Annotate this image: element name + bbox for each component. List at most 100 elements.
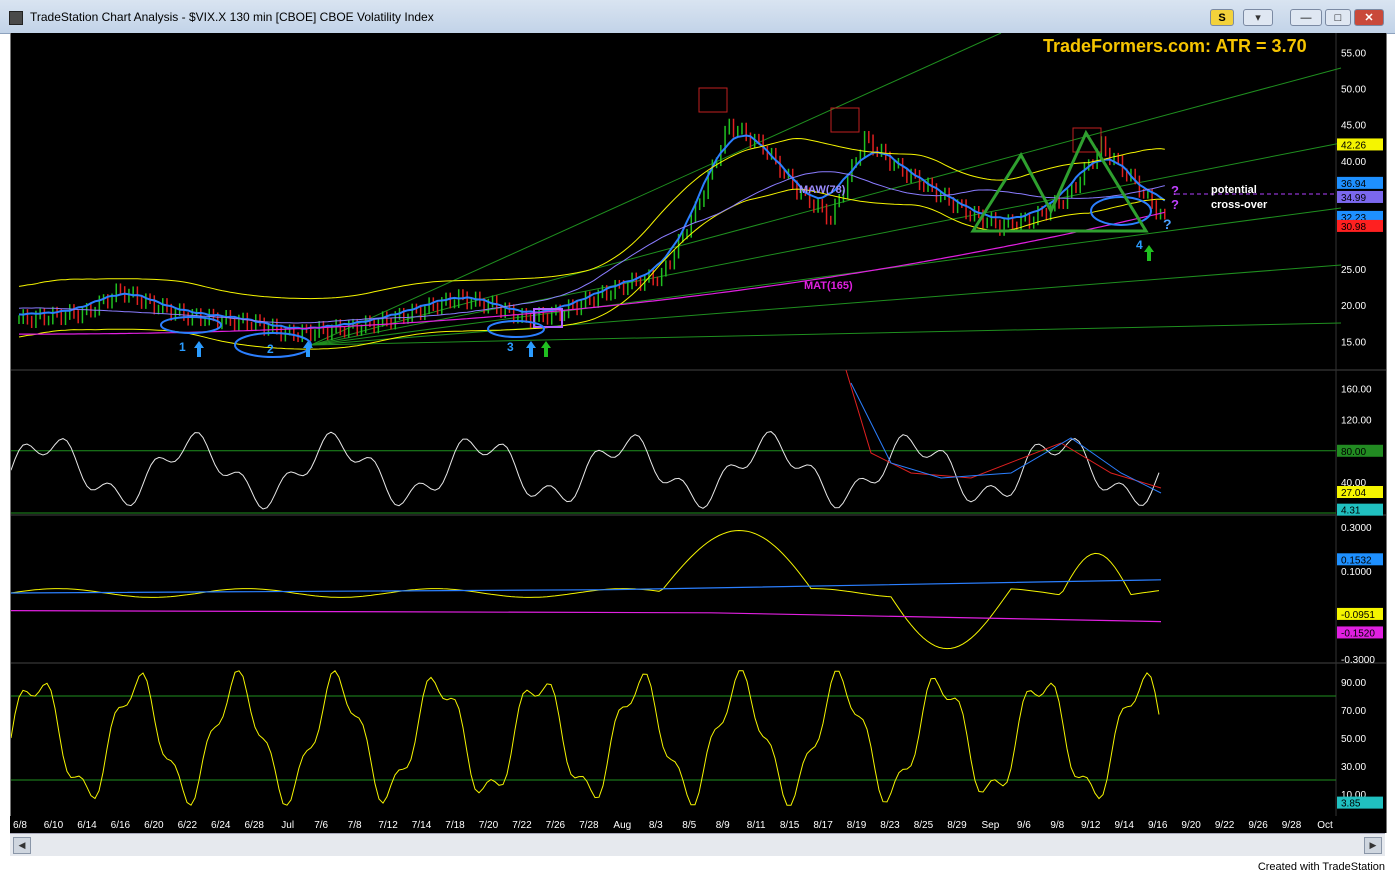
date-label: 7/22	[512, 820, 532, 831]
date-label: 9/26	[1248, 820, 1268, 831]
question-mark: ?	[1171, 183, 1179, 198]
osc3-badge-text: 3.85	[1341, 799, 1361, 810]
signal-arrow-icon	[194, 341, 204, 357]
fan-line	[310, 322, 1342, 346]
title-bar: TradeStation Chart Analysis - $VIX.X 130…	[0, 0, 1395, 34]
dropdown-button[interactable]: ▾	[1243, 9, 1273, 26]
osc1-badge-text: 27.04	[1341, 488, 1366, 499]
tradeformers-atr-label: TradeFormers.com: ATR = 3.70	[1043, 36, 1307, 56]
scroll-right-button[interactable]: ▶	[1364, 837, 1382, 854]
peak-box	[698, 87, 728, 113]
date-label: 8/29	[947, 820, 967, 831]
wave-label-4: 4	[1136, 238, 1143, 252]
date-label: Oct	[1317, 820, 1333, 831]
oscillator-pane-3	[10, 670, 1336, 806]
upper-band-line	[18, 137, 1165, 300]
price-tick-label: 50.00	[1341, 85, 1366, 96]
date-label: 6/20	[144, 820, 164, 831]
maw-line	[18, 171, 1165, 324]
date-label: 7/12	[378, 820, 398, 831]
date-label: 8/23	[880, 820, 900, 831]
s-button[interactable]: S	[1210, 9, 1234, 26]
app-icon	[9, 11, 23, 25]
osc2-badge-text: -0.0951	[1341, 610, 1375, 621]
price-badge-text: 36.94	[1341, 179, 1366, 190]
osc2-tick-label: -0.3000	[1341, 655, 1375, 666]
wave-label-3: 3	[507, 340, 514, 354]
price-tick-label: 25.00	[1341, 265, 1366, 276]
date-label: 7/18	[445, 820, 465, 831]
osc3-tick-label: 70.00	[1341, 706, 1366, 717]
date-label: 9/20	[1181, 820, 1201, 831]
chart-area[interactable]: 55.00 50.00 45.00 40.00 25.00 20.00 15.00 42.26…	[10, 32, 1387, 833]
date-label: 9/16	[1148, 820, 1168, 831]
osc2-badge-text: 0.1532	[1341, 555, 1372, 566]
osc1-badge-text: 4.31	[1341, 506, 1361, 517]
close-button[interactable]: ✕	[1354, 9, 1384, 26]
price-tick-label: 40.00	[1341, 157, 1366, 168]
osc1-tick-label: 120.00	[1341, 416, 1372, 427]
potential-label: potential	[1211, 184, 1257, 196]
date-label: 6/14	[77, 820, 97, 831]
osc2-tick-label: 0.3000	[1341, 523, 1372, 534]
window-title: TradeStation Chart Analysis - $VIX.X 130…	[30, 10, 434, 24]
fan-line	[310, 32, 1002, 346]
mat-label: MAT(165)	[804, 280, 853, 292]
oscillator-pane-1	[10, 369, 1336, 514]
fan-line	[310, 142, 1342, 346]
date-label: Aug	[613, 820, 631, 831]
price-tick-label: 45.00	[1341, 121, 1366, 132]
osc2-blue-line	[10, 579, 1162, 594]
date-label: 9/22	[1215, 820, 1235, 831]
signal-arrow-icon	[526, 341, 536, 357]
date-label: 7/8	[348, 820, 362, 831]
scroll-left-button[interactable]: ◀	[13, 837, 31, 854]
date-label: 8/25	[914, 820, 934, 831]
date-label: 6/24	[211, 820, 231, 831]
osc1-line	[10, 431, 1160, 510]
date-label: 7/6	[314, 820, 328, 831]
chart-canvas[interactable]: 55.00 50.00 45.00 40.00 25.00 20.00 15.00 42.26…	[10, 32, 1386, 833]
horizontal-scrollbar[interactable]: ◀ ▶	[10, 833, 1385, 856]
footer-credit: Created with TradeStation	[1257, 861, 1385, 873]
date-label: 6/28	[244, 820, 264, 831]
minimize-button[interactable]: —	[1290, 9, 1322, 26]
crossover-label: cross-over	[1211, 199, 1268, 211]
date-label: 8/17	[813, 820, 833, 831]
date-label: Sep	[981, 820, 999, 831]
maximize-button[interactable]: □	[1325, 9, 1351, 26]
question-mark: ?	[1171, 197, 1179, 212]
osc3-tick-label: 90.00	[1341, 678, 1366, 689]
wave-label-2: 2	[267, 342, 274, 356]
date-label: 6/22	[178, 820, 198, 831]
osc2-badge-text: -0.1520	[1341, 628, 1375, 639]
oscillator-pane-2	[10, 529, 1162, 650]
date-label: 8/15	[780, 820, 800, 831]
date-label: 7/26	[546, 820, 566, 831]
date-label: 7/20	[479, 820, 499, 831]
maw-label: MAW(78)	[799, 184, 846, 196]
price-tick-label: 15.00	[1341, 337, 1366, 348]
osc1-red-line	[845, 369, 1162, 489]
date-label: 9/14	[1114, 820, 1134, 831]
price-badge-text: 30.98	[1341, 222, 1366, 233]
peak-box	[830, 107, 860, 133]
date-label: 9/8	[1050, 820, 1064, 831]
wave-ellipse	[160, 316, 222, 334]
date-label: 9/6	[1017, 820, 1031, 831]
date-label: 6/8	[13, 820, 27, 831]
date-label: 8/5	[682, 820, 696, 831]
date-label: 7/14	[412, 820, 432, 831]
price-axis: 55.00 50.00 45.00 40.00 25.00 20.00 15.00 42.26…	[1337, 48, 1383, 810]
price-badge-text: 34.99	[1341, 193, 1366, 204]
price-badge-text: 42.26	[1341, 140, 1366, 151]
date-label: 8/11	[747, 820, 766, 831]
price-tick-label: 20.00	[1341, 301, 1366, 312]
date-axis-canvas: 6/8 6/10 6/14 6/16 6/20 6/22 6/24 6/28 Jul 7/6 7/8…	[13, 820, 1333, 831]
osc1-blue-line	[850, 382, 1162, 494]
price-tick-label: 55.00	[1341, 48, 1366, 59]
osc1-tick-label: 160.00	[1341, 385, 1372, 396]
date-label: Jul	[281, 820, 294, 831]
signal-arrow-icon	[541, 341, 551, 357]
date-axis: 6/8 6/10 6/14 6/16 6/20 6/22 6/24 6/28 Jul 7/6 7/8…	[10, 816, 1385, 833]
